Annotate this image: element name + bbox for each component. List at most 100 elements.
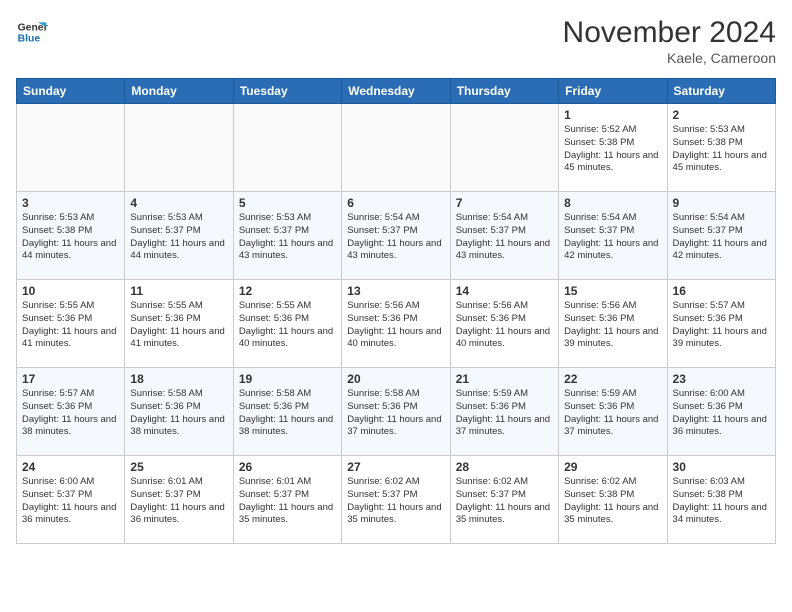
weekday-header-saturday: Saturday: [667, 79, 775, 104]
calendar-cell: 5Sunrise: 5:53 AM Sunset: 5:37 PM Daylig…: [233, 192, 341, 280]
day-number: 6: [347, 196, 444, 210]
calendar-week-3: 10 Sunrise: 5:55 AM Sunset: 5:36 PM Dayli…: [17, 280, 776, 368]
calendar-cell: [233, 104, 341, 192]
weekday-header-row: SundayMondayTuesdayWednesdayThursdayFrid…: [17, 79, 776, 104]
day-number: 9: [673, 196, 770, 210]
day-info: Sunrise: 5:54 AM Sunset: 5:37 PM Dayligh…: [564, 212, 661, 263]
day-number: 4: [130, 196, 227, 210]
calendar-cell: 1 Sunrise: 5:52 AM Sunset: 5:38 PM Daylig…: [559, 104, 667, 192]
day-info: Sunrise: 5:54 AM Sunset: 5:37 PM Dayligh…: [347, 212, 444, 263]
calendar-cell: [342, 104, 450, 192]
calendar-cell: 13Sunrise: 5:56 AM Sunset: 5:36 PM Dayli…: [342, 280, 450, 368]
day-info: Sunrise: 6:02 AM Sunset: 5:37 PM Dayligh…: [456, 476, 553, 527]
calendar-cell: 20 Sunrise: 5:58 AM Sunset: 5:36 PM Dayli…: [342, 368, 450, 456]
day-info: Sunrise: 6:01 AM Sunset: 5:37 PM Dayligh…: [130, 476, 227, 527]
weekday-header-thursday: Thursday: [450, 79, 558, 104]
day-info: Sunrise: 6:00 AM Sunset: 5:36 PM Dayligh…: [673, 388, 770, 439]
day-number: 17: [22, 372, 119, 386]
calendar-cell: 18 Sunrise: 5:58 AM Sunset: 5:36 PM Dayli…: [125, 368, 233, 456]
calendar-cell: 27 Sunrise: 6:02 AM Sunset: 5:37 PM Dayli…: [342, 456, 450, 544]
day-number: 10: [22, 284, 119, 298]
calendar-table: SundayMondayTuesdayWednesdayThursdayFrid…: [16, 78, 776, 544]
day-info: Sunrise: 5:56 AM Sunset: 5:36 PM Dayligh…: [564, 300, 661, 351]
calendar-cell: 9 Sunrise: 5:54 AM Sunset: 5:37 PM Daylig…: [667, 192, 775, 280]
calendar-week-4: 17 Sunrise: 5:57 AM Sunset: 5:36 PM Dayli…: [17, 368, 776, 456]
day-number: 22: [564, 372, 661, 386]
calendar-cell: [17, 104, 125, 192]
day-number: 21: [456, 372, 553, 386]
day-info: Sunrise: 5:59 AM Sunset: 5:36 PM Dayligh…: [564, 388, 661, 439]
day-number: 14: [456, 284, 553, 298]
month-year-title: November 2024: [563, 16, 776, 50]
day-number: 18: [130, 372, 227, 386]
calendar-cell: 23 Sunrise: 6:00 AM Sunset: 5:36 PM Dayli…: [667, 368, 775, 456]
calendar-cell: 24 Sunrise: 6:00 AM Sunset: 5:37 PM Dayli…: [17, 456, 125, 544]
day-info: Sunrise: 5:56 AM Sunset: 5:36 PM Dayligh…: [456, 300, 553, 351]
logo: General Blue: [16, 16, 48, 48]
day-info: Sunrise: 6:01 AM Sunset: 5:37 PM Dayligh…: [239, 476, 336, 527]
day-info: Sunrise: 5:53 AM Sunset: 5:37 PM Dayligh…: [239, 212, 336, 263]
day-number: 29: [564, 460, 661, 474]
calendar-cell: 17 Sunrise: 5:57 AM Sunset: 5:36 PM Dayli…: [17, 368, 125, 456]
day-info: Sunrise: 5:59 AM Sunset: 5:36 PM Dayligh…: [456, 388, 553, 439]
day-number: 12: [239, 284, 336, 298]
calendar-week-1: 1 Sunrise: 5:52 AM Sunset: 5:38 PM Daylig…: [17, 104, 776, 192]
day-number: 26: [239, 460, 336, 474]
weekday-header-monday: Monday: [125, 79, 233, 104]
day-info: Sunrise: 5:55 AM Sunset: 5:36 PM Dayligh…: [239, 300, 336, 351]
day-info: Sunrise: 5:52 AM Sunset: 5:38 PM Dayligh…: [564, 124, 661, 175]
day-info: Sunrise: 5:53 AM Sunset: 5:38 PM Dayligh…: [673, 124, 770, 175]
calendar-cell: 11 Sunrise: 5:55 AM Sunset: 5:36 PM Dayli…: [125, 280, 233, 368]
location-subtitle: Kaele, Cameroon: [563, 50, 776, 66]
calendar-cell: 2Sunrise: 5:53 AM Sunset: 5:38 PM Daylig…: [667, 104, 775, 192]
calendar-cell: 30 Sunrise: 6:03 AM Sunset: 5:38 PM Dayli…: [667, 456, 775, 544]
calendar-cell: 22 Sunrise: 5:59 AM Sunset: 5:36 PM Dayli…: [559, 368, 667, 456]
day-info: Sunrise: 5:53 AM Sunset: 5:37 PM Dayligh…: [130, 212, 227, 263]
day-info: Sunrise: 6:00 AM Sunset: 5:37 PM Dayligh…: [22, 476, 119, 527]
calendar-cell: 16 Sunrise: 5:57 AM Sunset: 5:36 PM Dayli…: [667, 280, 775, 368]
calendar-week-5: 24 Sunrise: 6:00 AM Sunset: 5:37 PM Dayli…: [17, 456, 776, 544]
calendar-cell: 28Sunrise: 6:02 AM Sunset: 5:37 PM Dayli…: [450, 456, 558, 544]
day-info: Sunrise: 5:58 AM Sunset: 5:36 PM Dayligh…: [239, 388, 336, 439]
day-number: 19: [239, 372, 336, 386]
day-info: Sunrise: 6:02 AM Sunset: 5:37 PM Dayligh…: [347, 476, 444, 527]
day-info: Sunrise: 5:54 AM Sunset: 5:37 PM Dayligh…: [673, 212, 770, 263]
logo-icon: General Blue: [16, 16, 48, 48]
calendar-cell: 25 Sunrise: 6:01 AM Sunset: 5:37 PM Dayli…: [125, 456, 233, 544]
title-block: November 2024 Kaele, Cameroon: [563, 16, 776, 66]
day-number: 20: [347, 372, 444, 386]
calendar-cell: 21 Sunrise: 5:59 AM Sunset: 5:36 PM Dayli…: [450, 368, 558, 456]
day-number: 25: [130, 460, 227, 474]
calendar-cell: [125, 104, 233, 192]
day-info: Sunrise: 5:54 AM Sunset: 5:37 PM Dayligh…: [456, 212, 553, 263]
calendar-cell: 15Sunrise: 5:56 AM Sunset: 5:36 PM Dayli…: [559, 280, 667, 368]
calendar-cell: 4 Sunrise: 5:53 AM Sunset: 5:37 PM Daylig…: [125, 192, 233, 280]
day-number: 30: [673, 460, 770, 474]
calendar-cell: 3 Sunrise: 5:53 AM Sunset: 5:38 PM Daylig…: [17, 192, 125, 280]
day-info: Sunrise: 5:56 AM Sunset: 5:36 PM Dayligh…: [347, 300, 444, 351]
weekday-header-tuesday: Tuesday: [233, 79, 341, 104]
weekday-header-friday: Friday: [559, 79, 667, 104]
calendar-cell: 26 Sunrise: 6:01 AM Sunset: 5:37 PM Dayli…: [233, 456, 341, 544]
day-info: Sunrise: 5:58 AM Sunset: 5:36 PM Dayligh…: [347, 388, 444, 439]
calendar-cell: 6 Sunrise: 5:54 AM Sunset: 5:37 PM Daylig…: [342, 192, 450, 280]
day-number: 1: [564, 108, 661, 122]
day-number: 23: [673, 372, 770, 386]
day-number: 24: [22, 460, 119, 474]
day-info: Sunrise: 5:55 AM Sunset: 5:36 PM Dayligh…: [130, 300, 227, 351]
day-info: Sunrise: 5:58 AM Sunset: 5:36 PM Dayligh…: [130, 388, 227, 439]
day-info: Sunrise: 5:57 AM Sunset: 5:36 PM Dayligh…: [22, 388, 119, 439]
day-info: Sunrise: 5:57 AM Sunset: 5:36 PM Dayligh…: [673, 300, 770, 351]
calendar-cell: 19 Sunrise: 5:58 AM Sunset: 5:36 PM Dayli…: [233, 368, 341, 456]
day-info: Sunrise: 6:03 AM Sunset: 5:38 PM Dayligh…: [673, 476, 770, 527]
day-number: 3: [22, 196, 119, 210]
day-number: 16: [673, 284, 770, 298]
day-number: 11: [130, 284, 227, 298]
day-number: 27: [347, 460, 444, 474]
day-info: Sunrise: 5:53 AM Sunset: 5:38 PM Dayligh…: [22, 212, 119, 263]
calendar-cell: 29Sunrise: 6:02 AM Sunset: 5:38 PM Dayli…: [559, 456, 667, 544]
calendar-cell: [450, 104, 558, 192]
weekday-header-wednesday: Wednesday: [342, 79, 450, 104]
day-info: Sunrise: 5:55 AM Sunset: 5:36 PM Dayligh…: [22, 300, 119, 351]
calendar-cell: 12 Sunrise: 5:55 AM Sunset: 5:36 PM Dayli…: [233, 280, 341, 368]
